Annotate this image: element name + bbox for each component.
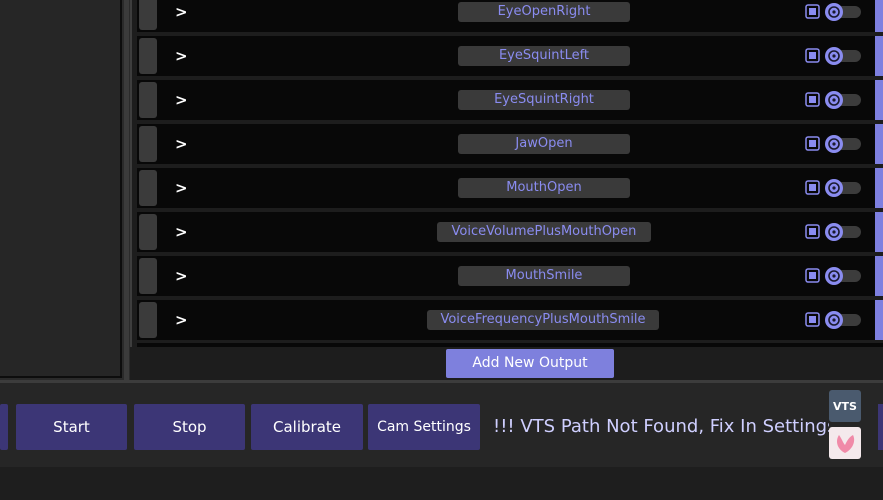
- add-new-output-button[interactable]: Add New Output: [446, 349, 614, 378]
- drag-handle[interactable]: [139, 82, 157, 118]
- start-button[interactable]: Start: [16, 404, 127, 450]
- drag-handle[interactable]: [139, 258, 157, 294]
- status-message: !!! VTS Path Not Found, Fix In Settings: [493, 416, 829, 437]
- output-row: > JawOpen: [137, 124, 883, 164]
- drag-handle[interactable]: [139, 302, 157, 338]
- flower-icon: [837, 435, 855, 453]
- expand-chevron-icon[interactable]: >: [175, 131, 189, 157]
- row-edge-button[interactable]: [875, 168, 883, 208]
- copy-icon[interactable]: [805, 48, 820, 63]
- drag-handle[interactable]: [139, 170, 157, 206]
- enable-toggle[interactable]: [825, 47, 861, 65]
- stop-button[interactable]: Stop: [134, 404, 245, 450]
- face-tracking-icon: [825, 91, 843, 109]
- output-name-field[interactable]: VoiceFrequencyPlusMouthSmile: [427, 310, 659, 330]
- copy-icon[interactable]: [805, 312, 820, 327]
- expand-chevron-icon[interactable]: >: [175, 175, 189, 201]
- face-tracking-icon: [825, 135, 843, 153]
- row-edge-button[interactable]: [875, 80, 883, 120]
- copy-icon[interactable]: [805, 4, 820, 19]
- left-scrollbar[interactable]: [124, 0, 129, 380]
- row-edge-button[interactable]: [875, 36, 883, 76]
- enable-toggle[interactable]: [825, 311, 861, 329]
- copy-icon[interactable]: [805, 268, 820, 283]
- row-edge-button[interactable]: [875, 256, 883, 296]
- partial-right-button[interactable]: [878, 404, 883, 450]
- left-panel: [0, 0, 122, 378]
- output-row: > EyeOpenRight: [137, 0, 883, 32]
- expand-chevron-icon[interactable]: >: [175, 0, 189, 25]
- copy-icon[interactable]: [805, 180, 820, 195]
- expand-chevron-icon[interactable]: >: [175, 307, 189, 333]
- row-edge-button[interactable]: [875, 0, 883, 32]
- face-tracking-icon: [825, 311, 843, 329]
- enable-toggle[interactable]: [825, 267, 861, 285]
- face-tracking-icon: [825, 179, 843, 197]
- vts-logo[interactable]: VTS: [829, 390, 861, 422]
- output-row: > VoiceFrequencyPlusMouthSmile: [137, 300, 883, 340]
- enable-toggle[interactable]: [825, 3, 861, 21]
- output-row: > MouthSmile: [137, 256, 883, 296]
- output-row: > MouthOpen: [137, 168, 883, 208]
- copy-icon[interactable]: [805, 92, 820, 107]
- partial-left-button[interactable]: [0, 404, 8, 450]
- enable-toggle[interactable]: [825, 223, 861, 241]
- cam-settings-button[interactable]: Cam Settings: [368, 404, 480, 450]
- row-edge-button[interactable]: [875, 300, 883, 340]
- enable-toggle[interactable]: [825, 91, 861, 109]
- output-name-field[interactable]: MouthSmile: [458, 266, 630, 286]
- drag-handle[interactable]: [139, 38, 157, 74]
- output-name-field[interactable]: JawOpen: [458, 134, 630, 154]
- drag-handle[interactable]: [139, 126, 157, 162]
- output-name-field[interactable]: EyeSquintRight: [458, 90, 630, 110]
- vts-logo-glyph: VTS: [833, 400, 857, 413]
- copy-icon[interactable]: [805, 136, 820, 151]
- app-logo[interactable]: [829, 427, 861, 459]
- enable-toggle[interactable]: [825, 179, 861, 197]
- bottom-toolbar: Start Stop Calibrate Cam Settings !!! VT…: [0, 383, 883, 467]
- drag-handle[interactable]: [139, 214, 157, 250]
- output-name-field[interactable]: EyeSquintLeft: [458, 46, 630, 66]
- copy-icon[interactable]: [805, 224, 820, 239]
- expand-chevron-icon[interactable]: >: [175, 263, 189, 289]
- output-row-partial: [137, 343, 883, 347]
- output-name-field[interactable]: MouthOpen: [458, 178, 630, 198]
- output-row: > VoiceVolumePlusMouthOpen: [137, 212, 883, 252]
- expand-chevron-icon[interactable]: >: [175, 87, 189, 113]
- output-name-field[interactable]: EyeOpenRight: [458, 2, 630, 22]
- output-row: > EyeSquintLeft: [137, 36, 883, 76]
- bottom-strip: [0, 467, 883, 500]
- output-row: > EyeSquintRight: [137, 80, 883, 120]
- output-list-panel: > EyeOpenRight > EyeSquintLeft > EyeSqui…: [130, 0, 883, 380]
- row-edge-button[interactable]: [875, 124, 883, 164]
- calibrate-button[interactable]: Calibrate: [251, 404, 363, 450]
- face-tracking-icon: [825, 267, 843, 285]
- row-edge-button[interactable]: [875, 212, 883, 252]
- expand-chevron-icon[interactable]: >: [175, 219, 189, 245]
- enable-toggle[interactable]: [825, 135, 861, 153]
- face-tracking-icon: [825, 223, 843, 241]
- output-list: > EyeOpenRight > EyeSquintLeft > EyeSqui…: [130, 0, 883, 347]
- expand-chevron-icon[interactable]: >: [175, 43, 189, 69]
- face-tracking-icon: [825, 3, 843, 21]
- drag-handle[interactable]: [139, 0, 157, 30]
- face-tracking-icon: [825, 47, 843, 65]
- output-name-field[interactable]: VoiceVolumePlusMouthOpen: [437, 222, 651, 242]
